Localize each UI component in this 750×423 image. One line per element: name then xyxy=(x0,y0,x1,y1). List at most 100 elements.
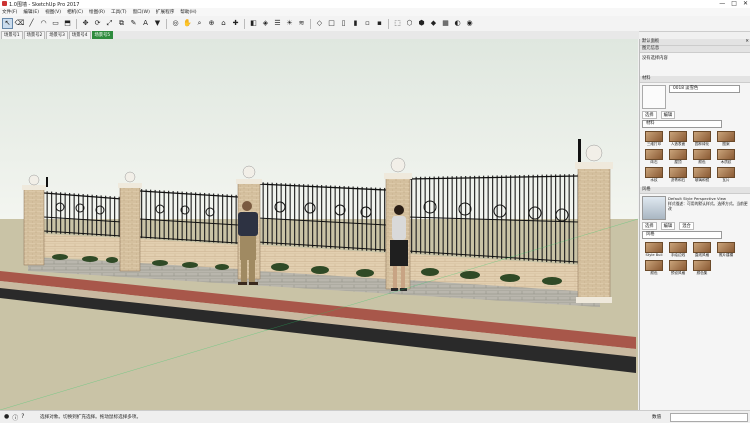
style-preview-row: Default Style Perspective View 样式描述：可用的默… xyxy=(640,194,750,222)
style-collection-item[interactable]: 预设风格 xyxy=(667,260,689,276)
style-collection-item[interactable]: 照片建模 xyxy=(715,242,737,258)
menu-tools[interactable]: 工具(T) xyxy=(111,9,127,15)
menu-edit[interactable]: 编辑(E) xyxy=(23,9,39,15)
scene-tab-4[interactable]: 场景号4 xyxy=(68,31,91,39)
push-pull-tool-button[interactable]: ⬒ xyxy=(62,18,73,29)
material-collection-item[interactable]: 园林绿化 xyxy=(691,131,713,147)
xray-style-button[interactable]: ⬚ xyxy=(392,18,403,29)
menu-view[interactable]: 视图(V) xyxy=(45,9,61,15)
layers-tool-button[interactable]: ☰ xyxy=(272,18,283,29)
select-tool-button[interactable]: ↖ xyxy=(2,18,13,29)
pan-tool-button[interactable]: ✋ xyxy=(182,18,193,29)
material-collection-item[interactable]: 木质纹 xyxy=(715,149,737,165)
orbit-tool-button[interactable]: ◎ xyxy=(170,18,181,29)
materials-library-select[interactable]: 材料 xyxy=(642,120,722,128)
warehouse-tool-button[interactable]: ⌂ xyxy=(218,18,229,29)
style-collection-item[interactable]: 直线风格 xyxy=(691,242,713,258)
top-view-button[interactable]: □ xyxy=(326,18,337,29)
tab-materials-edit[interactable]: 编辑 xyxy=(660,111,676,119)
main-toolbar: ↖ ⌫ ╱ ◠ ▭ ⬒ ✥ ⟳ ⤢ ⧉ ✎ A ▼ ◎ ✋ ⌕ ⊕ ⌂ ✚ ◧ ◈ ☰ ☀ ≋ ◇ □ ▯ ▮ ▫ ▪ ⬚ ⬡ ⬢ ◆ ▦ ◐ ◉ xyxy=(0,16,750,32)
shaded-style-button[interactable]: ◆ xyxy=(428,18,439,29)
menu-file[interactable]: 文件(F) xyxy=(2,9,17,15)
material-collection-item[interactable]: 人造表面 xyxy=(667,131,689,147)
right-view-button[interactable]: ▮ xyxy=(350,18,361,29)
material-collection-item[interactable]: 颜色 xyxy=(691,149,713,165)
ruby-console-button[interactable]: ◉ xyxy=(464,18,475,29)
front-view-icon: ▯ xyxy=(341,19,346,27)
shape-tool-button[interactable]: ▭ xyxy=(50,18,61,29)
zoom-extents-tool-button[interactable]: ⊕ xyxy=(206,18,217,29)
tab-styles-edit[interactable]: 编辑 xyxy=(660,222,676,230)
shadow-tool-button[interactable]: ☀ xyxy=(284,18,295,29)
material-collection-item[interactable]: 屋顶 xyxy=(667,149,689,165)
material-collection-item[interactable]: 沥青和石 xyxy=(667,167,689,183)
scene-tab-5[interactable]: 场景号5 xyxy=(91,31,114,39)
iso-view-button[interactable]: ◇ xyxy=(314,18,325,29)
menu-draw[interactable]: 绘图(R) xyxy=(89,9,105,15)
iso-view-icon: ◇ xyxy=(316,19,323,27)
material-collection-item[interactable]: 三维打印 xyxy=(643,131,665,147)
zoom-tool-button[interactable]: ⌕ xyxy=(194,18,205,29)
tab-materials-select[interactable]: 选择 xyxy=(642,111,657,119)
tab-styles-mix[interactable]: 混合 xyxy=(679,222,694,230)
material-collection-item[interactable]: 图案 xyxy=(715,131,737,147)
menu-window[interactable]: 窗口(W) xyxy=(133,9,150,15)
eraser-tool-button[interactable]: ⌫ xyxy=(14,18,25,29)
model-canvas[interactable] xyxy=(0,39,638,410)
arc-tool-button[interactable]: ◠ xyxy=(38,18,49,29)
fog-tool-button[interactable]: ≋ xyxy=(296,18,307,29)
scene-tab-1[interactable]: 场景号1 xyxy=(1,31,23,39)
tab-styles-select[interactable]: 选择 xyxy=(642,222,657,230)
maximize-button[interactable]: □ xyxy=(731,0,737,8)
styles-tool-button[interactable]: ◈ xyxy=(260,18,271,29)
geo-location-icon[interactable]: ● xyxy=(4,413,9,422)
paint-bucket-tool-button[interactable]: ▼ xyxy=(152,18,163,29)
material-collection-item[interactable]: 瓦片 xyxy=(715,167,737,183)
tray-close-icon[interactable]: ✕ xyxy=(745,39,749,45)
tape-tool-button[interactable]: ✎ xyxy=(128,18,139,29)
front-view-button[interactable]: ▯ xyxy=(338,18,349,29)
materials-header[interactable]: 材料 xyxy=(640,76,750,83)
minimize-button[interactable]: — xyxy=(719,0,725,8)
move-tool-button[interactable]: ✥ xyxy=(80,18,91,29)
styles-header[interactable]: 风格 xyxy=(640,187,750,194)
style-collection-item[interactable]: 颜色 xyxy=(643,260,665,276)
menu-extensions[interactable]: 扩展程序 xyxy=(156,9,174,15)
offset-tool-button[interactable]: ⧉ xyxy=(116,18,127,29)
style-collection-item[interactable]: 手绘边线 xyxy=(667,242,689,258)
textured-style-button[interactable]: ▦ xyxy=(440,18,451,29)
style-collection-item[interactable]: 颜色集 xyxy=(691,260,713,276)
line-tool-button[interactable]: ╱ xyxy=(26,18,37,29)
back-view-button[interactable]: ▫ xyxy=(362,18,373,29)
left-view-button[interactable]: ▪ xyxy=(374,18,385,29)
measurements-input[interactable] xyxy=(670,413,748,422)
section-tool-button[interactable]: ◧ xyxy=(248,18,259,29)
monochrome-style-button[interactable]: ◐ xyxy=(452,18,463,29)
text-tool-button[interactable]: A xyxy=(140,18,151,29)
credits-icon[interactable]: ⓘ xyxy=(12,413,18,422)
help-icon[interactable]: ? xyxy=(21,413,24,422)
styles-library-select[interactable]: 风格 xyxy=(642,231,722,239)
extension-tool-button[interactable]: ✚ xyxy=(230,18,241,29)
material-collection-item[interactable]: 砖石 xyxy=(643,149,665,165)
model-viewport[interactable] xyxy=(0,39,638,410)
material-collection-item[interactable]: 玻璃和镜 xyxy=(691,167,713,183)
style-thumbnail[interactable] xyxy=(642,196,666,220)
scale-tool-button[interactable]: ⤢ xyxy=(104,18,115,29)
wireframe-style-button[interactable]: ⬡ xyxy=(404,18,415,29)
material-collection-item[interactable]: 水纹 xyxy=(643,167,665,183)
entity-info-header[interactable]: 图元信息 xyxy=(640,46,750,53)
scene-tab-3[interactable]: 场景号3 xyxy=(46,31,68,39)
material-name-field[interactable]: 0018 淡雪色 xyxy=(669,85,740,93)
menu-help[interactable]: 帮助(H) xyxy=(180,9,196,15)
close-button[interactable]: ✕ xyxy=(743,0,748,8)
style-collection-label: 颜色 xyxy=(650,271,658,275)
rotate-tool-button[interactable]: ⟳ xyxy=(92,18,103,29)
material-swatch[interactable] xyxy=(642,85,666,109)
shadow-tool-icon: ☀ xyxy=(286,19,293,27)
tray-title: 默认面板 ✕ xyxy=(640,39,750,46)
hidden-line-style-button[interactable]: ⬢ xyxy=(416,18,427,29)
style-collection-item[interactable]: Style Buil xyxy=(643,242,665,258)
scene-tab-2[interactable]: 场景号2 xyxy=(23,31,46,39)
menu-camera[interactable]: 相机(C) xyxy=(67,9,83,15)
